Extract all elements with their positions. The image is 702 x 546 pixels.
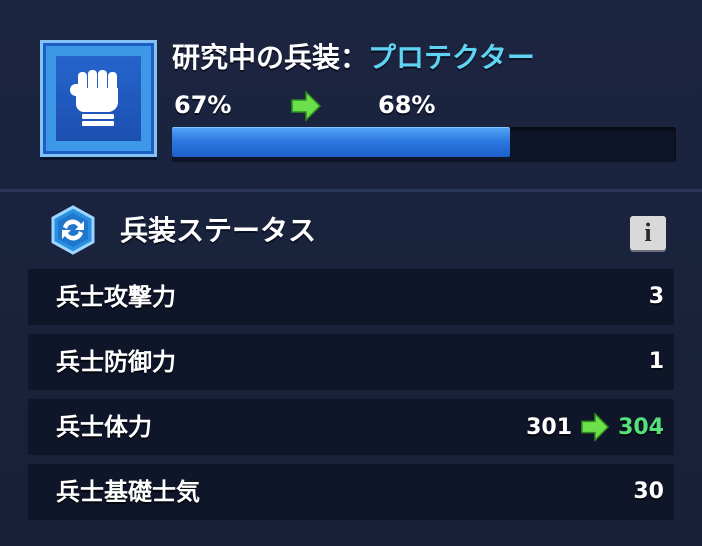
status-section-title: 兵装ステータス [120, 214, 317, 247]
research-title-label: 研究中の兵装： [172, 41, 369, 74]
stat-value: 30 [633, 479, 664, 504]
stat-row-morale: 兵士基礎士気 30 [28, 464, 674, 520]
stat-value: 1 [648, 349, 664, 374]
stat-value: 3 [648, 284, 664, 309]
info-button[interactable]: i [630, 216, 666, 250]
research-gear-name: プロテクター [368, 41, 535, 74]
stat-value-from: 301 [526, 414, 573, 440]
stat-row-defense: 兵士防御力 1 [28, 334, 674, 390]
research-progress-bar [172, 127, 676, 162]
stat-row-health: 兵士体力 301 304 [28, 399, 674, 455]
progress-from-percent: 67% [174, 91, 232, 119]
research-progress-fill [172, 127, 510, 157]
stat-value-to: 304 [618, 414, 664, 440]
green-arrow-icon [291, 90, 322, 122]
stat-change: 301 304 [526, 407, 664, 447]
progress-to-percent: 68% [378, 91, 436, 119]
research-header: 研究中の兵装：プロテクター 67% 68% [0, 0, 702, 190]
gauntlet-icon [70, 70, 118, 126]
research-title: 研究中の兵装：プロテクター [172, 38, 535, 78]
stat-row-attack: 兵士攻撃力 3 [28, 269, 674, 325]
gear-research-panel: 研究中の兵装：プロテクター 67% 68% 兵装ステータス i 兵士攻撃力 3 … [0, 0, 702, 546]
green-arrow-icon [581, 412, 610, 442]
stat-label: 兵士攻撃力 [56, 283, 176, 311]
section-divider [0, 189, 702, 192]
stat-label: 兵士体力 [56, 413, 152, 441]
stat-label: 兵士防御力 [56, 348, 176, 376]
refresh-badge-icon [51, 205, 95, 255]
stat-label: 兵士基礎士気 [56, 478, 200, 506]
gear-tile[interactable] [40, 40, 157, 157]
